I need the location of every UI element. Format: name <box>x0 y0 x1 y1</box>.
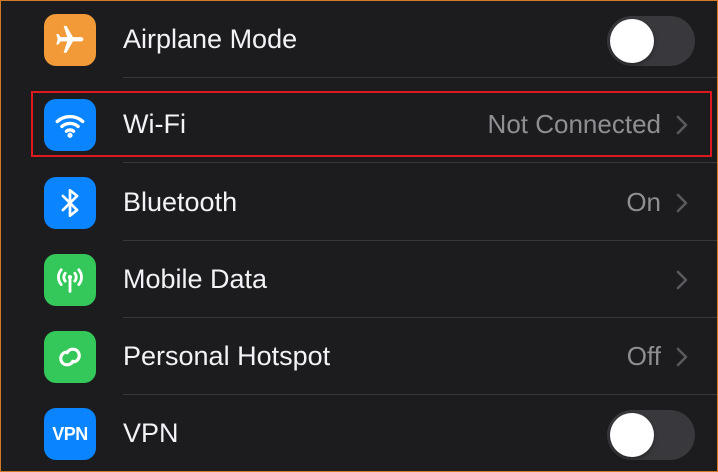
bluetooth-icon <box>44 177 96 229</box>
settings-list: Airplane Mode Wi-Fi Not Connected Blueto… <box>0 0 718 472</box>
chevron-right-icon <box>676 270 688 290</box>
wifi-label: Wi-Fi <box>123 109 186 139</box>
mobile-data-label: Mobile Data <box>123 264 268 294</box>
airplane-mode-row[interactable]: Airplane Mode <box>1 1 717 78</box>
row-separator <box>123 162 717 163</box>
airplane-mode-toggle[interactable] <box>607 16 695 66</box>
chevron-right-icon <box>676 115 688 135</box>
personal-hotspot-row[interactable]: Personal Hotspot Off <box>1 318 717 395</box>
row-separator <box>123 77 717 78</box>
bluetooth-row[interactable]: Bluetooth On <box>1 164 717 241</box>
wifi-icon <box>44 99 96 151</box>
hotspot-status: Off <box>626 341 661 371</box>
wifi-status: Not Connected <box>487 109 661 139</box>
bluetooth-status: On <box>626 187 661 217</box>
chevron-right-icon <box>676 347 688 367</box>
chevron-right-icon <box>676 193 688 213</box>
vpn-icon-text: VPN <box>52 423 88 444</box>
hotspot-icon <box>44 331 96 383</box>
vpn-toggle[interactable] <box>607 410 695 460</box>
personal-hotspot-label: Personal Hotspot <box>123 341 331 371</box>
bluetooth-label: Bluetooth <box>123 187 238 217</box>
vpn-icon: VPN <box>44 408 96 460</box>
toggle-knob <box>610 19 654 63</box>
airplane-mode-label: Airplane Mode <box>123 24 298 54</box>
mobile-data-row[interactable]: Mobile Data <box>1 241 717 318</box>
vpn-label: VPN <box>123 418 179 448</box>
vpn-row[interactable]: VPN VPN <box>1 395 717 471</box>
wifi-row[interactable]: Wi-Fi Not Connected <box>1 86 717 163</box>
airplane-icon <box>44 14 96 66</box>
antenna-icon <box>44 254 96 306</box>
toggle-knob <box>610 413 654 457</box>
